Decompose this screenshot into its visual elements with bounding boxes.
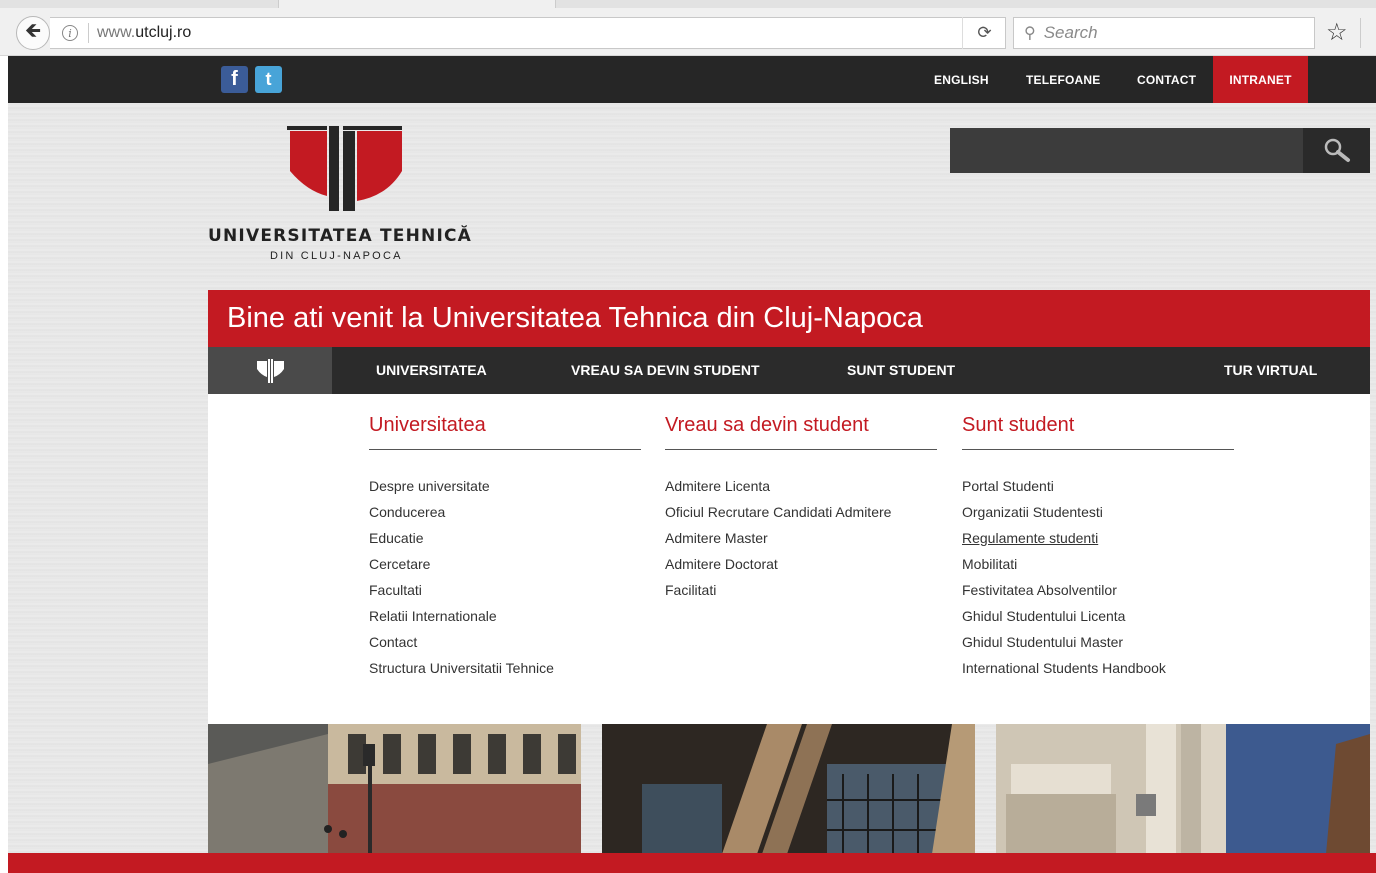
menu-link[interactable]: Contact <box>369 632 641 658</box>
topnav-contact[interactable]: CONTACT <box>1137 56 1196 103</box>
menu-link[interactable]: Oficiul Recrutare Candidati Admitere <box>665 502 937 528</box>
menu-link[interactable]: Structura Universitatii Tehnice <box>369 658 641 684</box>
site-search-input[interactable] <box>950 128 1303 173</box>
menu-link[interactable]: Mobilitati <box>962 554 1234 580</box>
nav-universitatea[interactable]: UNIVERSITATEA <box>376 347 487 394</box>
browser-search[interactable]: ⚲ <box>1013 17 1315 49</box>
back-arrow-icon: 🡸 <box>24 20 42 42</box>
menu-link[interactable]: Admitere Master <box>665 528 937 554</box>
search-icon: ⚲ <box>1024 25 1036 42</box>
menu-link[interactable]: Conducerea <box>369 502 641 528</box>
topnav-telefoane[interactable]: TELEFOANE <box>1026 56 1100 103</box>
topnav-intranet[interactable]: INTRANET <box>1213 56 1308 103</box>
menu-link[interactable]: Despre universitate <box>369 476 641 502</box>
menu-link[interactable]: Ghidul Studentului Master <box>962 632 1234 658</box>
topnav-english[interactable]: ENGLISH <box>934 56 989 103</box>
address-bar[interactable]: i www.utcluj.ro <box>50 17 1006 49</box>
column-title[interactable]: Universitatea <box>369 414 641 450</box>
reload-button[interactable]: ⟳ <box>962 17 1006 49</box>
browser-search-input[interactable] <box>1043 23 1284 43</box>
toolbar-overflow[interactable] <box>1360 18 1376 48</box>
twitter-icon[interactable]: t <box>255 66 282 93</box>
menu-column-sunt-student: Sunt student Portal Studenti Organizatii… <box>962 414 1234 684</box>
browser-toolbar: 🡸 i www.utcluj.ro ⟳ ⚲ ☆ <box>0 0 1376 56</box>
bookmark-star-icon[interactable]: ☆ <box>1326 18 1348 47</box>
menu-link[interactable]: Festivitatea Absolventilor <box>962 580 1234 606</box>
site-search-button[interactable] <box>1303 128 1370 173</box>
main-nav: UNIVERSITATEA VREAU SA DEVIN STUDENT SUN… <box>208 347 1370 394</box>
menu-link[interactable]: International Students Handbook <box>962 658 1234 684</box>
tab-strip <box>0 0 1376 8</box>
home-logo-icon <box>257 358 284 383</box>
menu-column-vreau-sa-devin-student: Vreau sa devin student Admitere Licenta … <box>665 414 937 606</box>
photo-stained-glass[interactable] <box>602 724 975 854</box>
url-domain: utcluj.ro <box>135 24 192 41</box>
web-page: f t ENGLISH TELEFOANE CONTACT INTRANET U… <box>8 56 1376 873</box>
menu-link[interactable]: Facilitati <box>665 580 937 606</box>
site-search <box>950 128 1370 173</box>
url-prefix: www. <box>97 24 136 41</box>
top-bar: f t ENGLISH TELEFOANE CONTACT INTRANET <box>8 56 1376 103</box>
photo-strip <box>208 724 1370 854</box>
back-button[interactable]: 🡸 <box>16 16 50 50</box>
menu-link-hovered[interactable]: Regulamente studenti <box>962 528 1234 554</box>
photo-street-building[interactable] <box>208 724 581 854</box>
nav-sunt-student[interactable]: SUNT STUDENT <box>847 347 955 394</box>
nav-vreau-sa-devin-student[interactable]: VREAU SA DEVIN STUDENT <box>571 347 760 394</box>
menu-link[interactable]: Facultati <box>369 580 641 606</box>
menu-link[interactable]: Ghidul Studentului Licenta <box>962 606 1234 632</box>
reload-icon: ⟳ <box>977 23 992 42</box>
footer-red-band <box>8 853 1376 873</box>
url-text: www.utcluj.ro <box>97 24 191 42</box>
menu-link[interactable]: Relatii Internationale <box>369 606 641 632</box>
menu-column-universitatea: Universitatea Despre universitate Conduc… <box>369 414 641 684</box>
welcome-banner: Bine ati venit la Universitatea Tehnica … <box>208 290 1370 347</box>
active-tab[interactable] <box>278 0 556 8</box>
menu-link[interactable]: Admitere Licenta <box>665 476 937 502</box>
photo-facade-corner[interactable] <box>996 724 1370 854</box>
column-title[interactable]: Vreau sa devin student <box>665 414 937 450</box>
menu-link[interactable]: Educatie <box>369 528 641 554</box>
info-icon[interactable]: i <box>62 25 78 41</box>
logo-emblem-icon <box>287 126 402 211</box>
university-city: DIN CLUJ-NAPOCA <box>270 250 403 262</box>
university-name: UNIVERSITATEA TEHNICĂ <box>208 226 473 246</box>
nav-tur-virtual[interactable]: TUR VIRTUAL <box>1224 347 1317 394</box>
url-separator <box>88 23 89 43</box>
menu-link[interactable]: Organizatii Studentesti <box>962 502 1234 528</box>
column-title[interactable]: Sunt student <box>962 414 1234 450</box>
menu-link[interactable]: Admitere Doctorat <box>665 554 937 580</box>
menu-link[interactable]: Cercetare <box>369 554 641 580</box>
mega-menu: Universitatea Despre universitate Conduc… <box>208 394 1370 724</box>
facebook-icon[interactable]: f <box>221 66 248 93</box>
home-button[interactable] <box>208 347 332 394</box>
menu-link[interactable]: Portal Studenti <box>962 476 1234 502</box>
search-icon <box>1324 138 1350 162</box>
